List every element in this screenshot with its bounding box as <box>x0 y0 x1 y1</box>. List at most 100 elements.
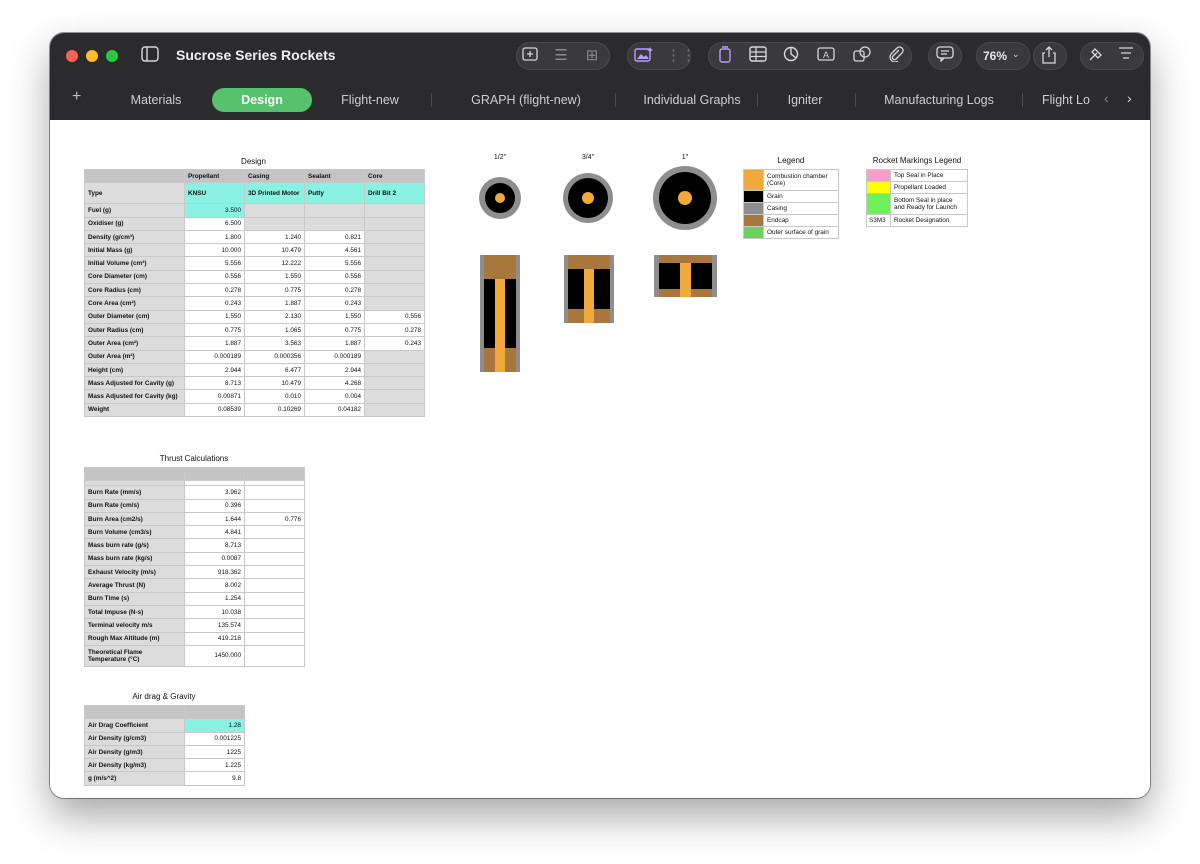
table-cell[interactable] <box>244 485 305 500</box>
row-label[interactable]: Oxidiser (g) <box>84 216 185 231</box>
table-cell[interactable] <box>244 525 305 540</box>
table-cell[interactable] <box>364 283 425 298</box>
table-cell[interactable]: 0.0087 <box>184 551 245 567</box>
chart-icon[interactable] <box>781 46 801 66</box>
table-cell[interactable] <box>244 538 305 553</box>
table-cell[interactable]: 1450.000 <box>184 644 245 667</box>
table-cell[interactable]: 1.800 <box>184 229 245 245</box>
table-cell[interactable] <box>244 604 305 620</box>
table-cell[interactable]: 6.477 <box>244 362 305 378</box>
table-cell[interactable]: 0.278 <box>184 283 245 298</box>
table-cell[interactable]: 0.08539 <box>184 402 245 418</box>
table-cell[interactable] <box>364 362 425 378</box>
row-label[interactable]: Burn Area (cm2/s) <box>84 511 185 527</box>
grid-icon[interactable]: ⋮⋮ <box>666 46 696 66</box>
table-cell[interactable]: 1.644 <box>184 511 245 527</box>
table-cell[interactable]: 3.500 <box>184 203 245 218</box>
header-cell[interactable]: Propellant <box>184 168 245 184</box>
table-cell[interactable]: 6.500 <box>184 216 245 231</box>
tab-design[interactable]: Design <box>212 88 312 112</box>
table-cell[interactable]: 10.038 <box>184 604 245 620</box>
table-cell[interactable]: 3D Printed Motor <box>244 182 305 205</box>
table-cell[interactable] <box>244 498 305 513</box>
table-cell[interactable]: 0.243 <box>184 296 245 311</box>
row-label[interactable]: Core Radius (cm) <box>84 283 185 298</box>
row-label[interactable]: Outer Diameter (cm) <box>84 309 185 324</box>
table-cell[interactable]: 1.225 <box>184 758 245 773</box>
attachment-icon[interactable] <box>886 46 906 66</box>
table-cell[interactable]: 1.550 <box>184 309 245 324</box>
row-label[interactable]: Terminal velocity m/s <box>84 618 185 633</box>
table-cell[interactable] <box>244 565 305 580</box>
row-label[interactable]: Density (g/cm³) <box>84 229 185 245</box>
table-cell[interactable]: 10.000 <box>184 243 245 258</box>
row-label[interactable]: Air Density (kg/m3) <box>84 758 185 773</box>
table-cell[interactable]: 2.130 <box>244 309 305 324</box>
table-cell[interactable]: 135.574 <box>184 618 245 633</box>
table-cell[interactable] <box>304 203 365 218</box>
half-inch-side-view[interactable] <box>480 255 520 372</box>
header-cell[interactable]: Sealant <box>304 168 365 184</box>
header-cell[interactable] <box>184 704 245 720</box>
table-cell[interactable] <box>244 551 305 567</box>
table-cell[interactable]: 8.713 <box>184 538 245 553</box>
table-cell[interactable]: KNSU <box>184 182 245 205</box>
table-cell[interactable]: 10.479 <box>244 243 305 258</box>
table-cell[interactable] <box>364 376 425 391</box>
table-cell[interactable]: 0.775 <box>304 322 365 338</box>
table-cell[interactable]: 0.04182 <box>304 402 365 418</box>
table-cell[interactable]: 0.10269 <box>244 402 305 418</box>
table-cell[interactable]: 0.000189 <box>184 349 245 364</box>
table-cell[interactable] <box>364 402 425 418</box>
share-icon[interactable] <box>1039 46 1059 66</box>
row-label[interactable]: Outer Area (m²) <box>84 349 185 364</box>
row-label[interactable]: Theoretical Flame Temperature (°C) <box>84 644 185 667</box>
row-label[interactable]: Burn Time (s) <box>84 591 185 606</box>
row-label[interactable]: Type <box>84 182 185 205</box>
half-inch-cross-section[interactable] <box>479 177 521 219</box>
row-label[interactable]: Average Thrust (N) <box>84 578 185 593</box>
table-cell[interactable]: 1.065 <box>244 322 305 338</box>
row-label[interactable]: Total Impuse (N-s) <box>84 604 185 620</box>
tab-individual-graphs[interactable]: Individual Graphs <box>622 88 762 112</box>
table-cell[interactable] <box>364 229 425 245</box>
table-cell[interactable]: 0.00871 <box>184 389 245 404</box>
table-cell[interactable]: 0.278 <box>304 283 365 298</box>
table-cell[interactable]: 10.479 <box>244 376 305 391</box>
row-label[interactable]: Air Density (g/cm3) <box>84 731 185 746</box>
sidebar-icon[interactable] <box>140 46 160 66</box>
table-cell[interactable]: 3.962 <box>184 485 245 500</box>
header-cell[interactable] <box>84 466 185 482</box>
table-cell[interactable] <box>244 618 305 633</box>
list-icon[interactable]: ☰ <box>551 46 571 66</box>
table-cell[interactable] <box>364 296 425 311</box>
table-cell[interactable]: 12.222 <box>244 256 305 271</box>
table-cell[interactable]: 0.775 <box>244 283 305 298</box>
tab-manufacturing-logs[interactable]: Manufacturing Logs <box>870 88 1008 112</box>
header-cell[interactable] <box>84 168 185 184</box>
table-cell[interactable]: 1.240 <box>244 229 305 245</box>
one-inch-side-view[interactable] <box>654 255 717 297</box>
tab-flight-log[interactable]: Flight Lo <box>1042 88 1102 112</box>
row-label[interactable]: g (m/s^2) <box>84 771 185 786</box>
zoom-window-button[interactable] <box>106 50 118 62</box>
table-cell[interactable] <box>244 578 305 593</box>
tab-igniter[interactable]: Igniter <box>770 88 840 112</box>
table-cell[interactable] <box>244 203 305 218</box>
table-cell[interactable]: 0.556 <box>304 269 365 285</box>
table-cell[interactable] <box>364 216 425 231</box>
organize-icon[interactable] <box>1116 46 1136 66</box>
table-cell[interactable]: 2.944 <box>304 362 365 378</box>
row-label[interactable]: Height (cm) <box>84 362 185 378</box>
table-cell[interactable]: 3.563 <box>244 336 305 351</box>
table-cell[interactable]: 4.841 <box>184 525 245 540</box>
comment-icon[interactable] <box>935 46 955 66</box>
table-cell[interactable]: Putty <box>304 182 365 205</box>
table-add-icon[interactable]: ⊞ <box>582 46 602 66</box>
header-cell[interactable]: Casing <box>244 168 305 184</box>
table-cell[interactable]: 0.243 <box>304 296 365 311</box>
one-inch-cross-section[interactable] <box>653 166 717 230</box>
table-cell[interactable] <box>364 349 425 364</box>
three-quarter-inch-side-view[interactable] <box>564 255 614 323</box>
table-cell[interactable]: 9.8 <box>184 771 245 786</box>
